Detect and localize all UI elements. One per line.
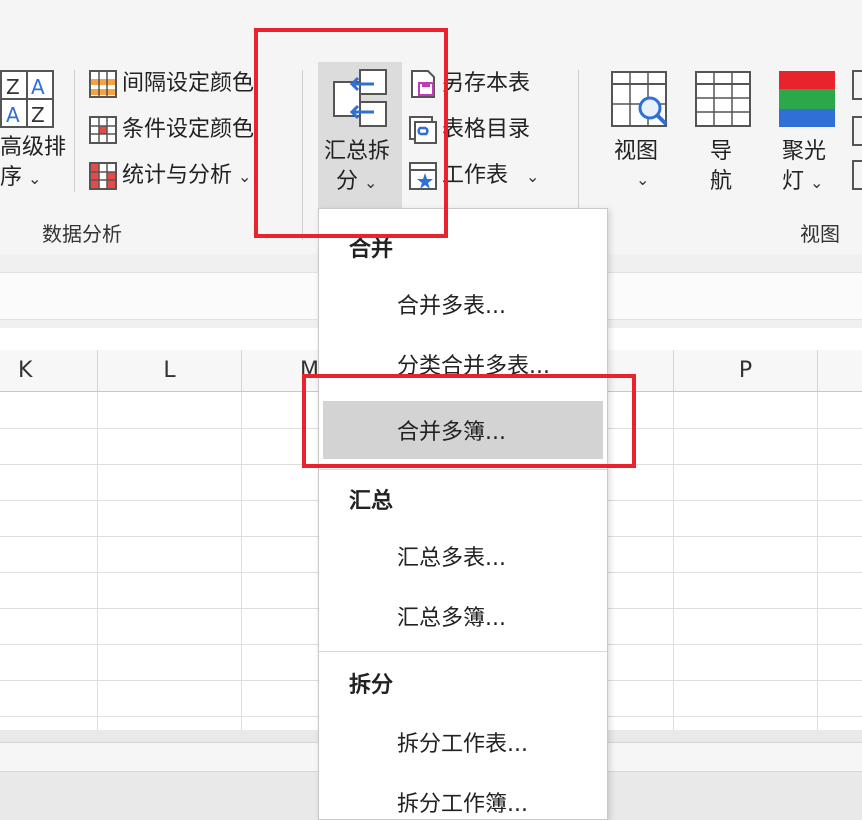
merge-sheets-icon bbox=[333, 69, 387, 127]
grid-column-line bbox=[241, 392, 242, 736]
alternate-color-button[interactable]: 间隔设定颜色 bbox=[88, 66, 254, 102]
advanced-sort-line2: 序 ⌄ bbox=[0, 164, 41, 192]
menu-separator bbox=[319, 469, 607, 470]
table-directory-icon bbox=[409, 116, 437, 144]
summarize-split-menu: 合并 合并多表... 分类合并多表... 合并多簿... 汇总 汇总多表... … bbox=[318, 208, 608, 820]
menu-section-merge: 合并 bbox=[349, 237, 394, 262]
navigation-label-line2: 航 bbox=[710, 169, 733, 194]
svg-text:A: A bbox=[6, 103, 20, 127]
chevron-down-icon: ⌄ bbox=[238, 166, 252, 186]
worksheet-label: 工作表 bbox=[442, 163, 509, 188]
menu-separator bbox=[319, 651, 607, 652]
alternate-color-label: 间隔设定颜色 bbox=[122, 71, 255, 96]
summarize-split-button[interactable]: 汇总拆 分 ⌄ bbox=[318, 62, 402, 208]
statistics-analysis-button[interactable]: 统计与分析 ⌄ bbox=[88, 158, 251, 194]
save-sheet-label: 另存本表 bbox=[442, 71, 531, 96]
svg-text:A: A bbox=[31, 75, 45, 99]
conditional-color-grid-icon bbox=[89, 116, 117, 144]
grid-column-line bbox=[817, 392, 818, 736]
partial-ribbon-icon bbox=[852, 70, 862, 100]
save-sheet-button[interactable]: 另存本表 bbox=[408, 66, 530, 102]
grid-column-line bbox=[97, 392, 98, 736]
statistics-analysis-label: 统计与分析 bbox=[122, 163, 233, 188]
statistics-grid-icon bbox=[89, 162, 117, 190]
spotlight-icon bbox=[779, 71, 835, 127]
navigation-button[interactable]: 导 航 bbox=[690, 70, 754, 200]
chevron-down-icon: ⌄ bbox=[636, 170, 650, 189]
column-header-k[interactable]: K bbox=[0, 350, 98, 392]
sort-az-icon: Z A A Z bbox=[0, 70, 54, 128]
data-analysis-group-label: 数据分析 bbox=[42, 222, 122, 246]
ribbon-separator bbox=[302, 70, 303, 240]
chevron-down-icon: ⌄ bbox=[810, 172, 824, 192]
menu-item-summarize-workbooks[interactable]: 汇总多簿... bbox=[323, 587, 603, 645]
alternate-color-grid-icon bbox=[89, 70, 117, 98]
menu-item-summarize-sheets[interactable]: 汇总多表... bbox=[323, 527, 603, 585]
view-button[interactable]: 视图 ⌄ bbox=[604, 70, 674, 200]
menu-item-split-workbook[interactable]: 拆分工作簿... bbox=[323, 773, 603, 820]
menu-item-merge-workbooks[interactable]: 合并多簿... bbox=[323, 401, 603, 459]
summarize-split-label-line1: 汇总拆 bbox=[324, 139, 391, 164]
chevron-down-icon: ⌄ bbox=[364, 172, 378, 192]
menu-section-split: 拆分 bbox=[349, 673, 394, 698]
table-directory-label: 表格目录 bbox=[442, 117, 531, 142]
table-directory-button[interactable]: 表格目录 bbox=[408, 112, 530, 148]
summarize-split-label-line2: 分 bbox=[336, 169, 359, 194]
partial-ribbon-icon bbox=[852, 160, 862, 190]
worksheet-button[interactable]: 工作表 ⌄ bbox=[408, 158, 539, 194]
advanced-sort-label-line2: 序 bbox=[0, 165, 23, 190]
partial-ribbon-icon bbox=[852, 116, 862, 146]
advanced-sort-button[interactable]: Z A A Z 高级排 序 ⌄ bbox=[0, 70, 66, 200]
save-sheet-icon bbox=[411, 70, 435, 98]
svg-text:Z: Z bbox=[31, 103, 45, 127]
menu-item-merge-sheets[interactable]: 合并多表... bbox=[323, 275, 603, 333]
spotlight-label-line2: 灯 bbox=[782, 169, 805, 194]
spotlight-label-line1: 聚光 bbox=[782, 139, 827, 164]
advanced-sort-label-line1: 高级排 bbox=[0, 135, 67, 160]
navigation-grid-icon bbox=[695, 71, 751, 127]
spotlight-line2: 灯 ⌄ bbox=[782, 168, 823, 196]
column-header-p[interactable]: P bbox=[674, 350, 818, 392]
view-label: 视图 bbox=[614, 139, 659, 164]
conditional-color-label: 条件设定颜色 bbox=[122, 117, 255, 142]
ribbon-separator bbox=[74, 70, 75, 192]
column-header-q[interactable] bbox=[818, 350, 862, 392]
chevron-down-icon: ⌄ bbox=[28, 168, 42, 188]
conditional-color-button[interactable]: 条件设定颜色 bbox=[88, 112, 254, 148]
view-magnifier-icon bbox=[611, 71, 668, 127]
menu-item-category-merge-sheets[interactable]: 分类合并多表... bbox=[323, 335, 603, 393]
view-group-label: 视图 bbox=[800, 222, 840, 246]
menu-section-summary: 汇总 bbox=[349, 489, 394, 514]
worksheet-star-icon bbox=[409, 162, 437, 190]
grid-column-line bbox=[673, 392, 674, 736]
column-header-l[interactable]: L bbox=[98, 350, 242, 392]
menu-item-split-worksheet[interactable]: 拆分工作表... bbox=[323, 713, 603, 771]
svg-text:Z: Z bbox=[6, 75, 20, 99]
chevron-down-icon: ⌄ bbox=[526, 166, 540, 186]
navigation-label-line1: 导 bbox=[710, 139, 733, 164]
summarize-split-line2: 分 ⌄ bbox=[336, 168, 377, 196]
spotlight-button[interactable]: 聚光 灯 ⌄ bbox=[772, 70, 842, 200]
